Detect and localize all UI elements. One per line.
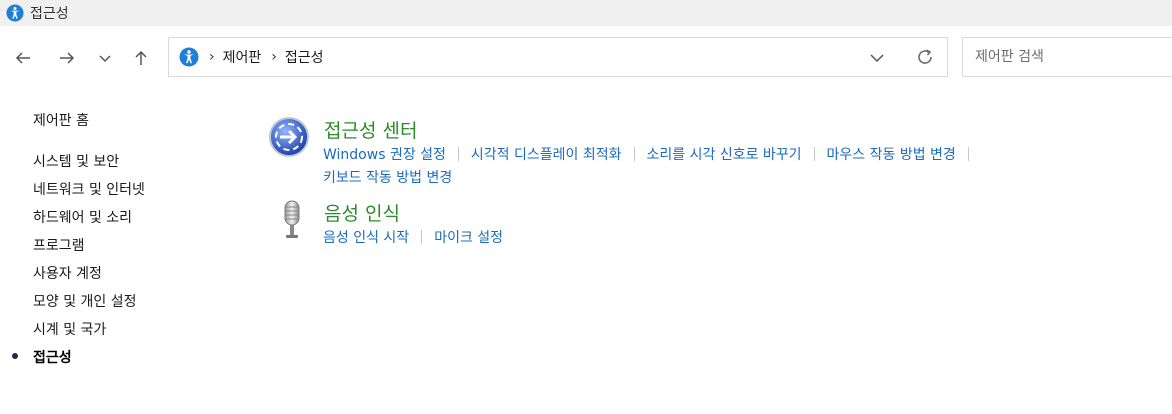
- sidebar-item-control-panel-home[interactable]: 제어판 홈: [33, 110, 89, 130]
- sidebar-item-accessibility: 접근성: [33, 350, 72, 366]
- back-button[interactable]: [9, 44, 37, 72]
- search-input[interactable]: [973, 48, 1167, 66]
- navigation-bar: › 제어판 › 접근성: [0, 26, 1172, 90]
- sidebar-item-appearance[interactable]: 모양 및 개인 설정: [33, 291, 137, 311]
- sidebar-item-network-internet[interactable]: 네트워크 및 인터넷: [33, 179, 145, 199]
- sidebar-item-system-security[interactable]: 시스템 및 보안: [33, 151, 119, 171]
- link-sound-visual-cues[interactable]: 소리를 시각 신호로 바꾸기: [647, 147, 802, 163]
- ease-of-access-center-icon[interactable]: [268, 116, 310, 158]
- arrow-left-icon: [15, 52, 30, 64]
- category-title-speech-recognition[interactable]: 음성 인식: [324, 199, 400, 226]
- microphone-icon[interactable]: [272, 199, 314, 241]
- breadcrumb-accessibility[interactable]: 접근성: [285, 47, 324, 67]
- link-mouse-settings[interactable]: 마우스 작동 방법 변경: [827, 147, 956, 163]
- current-item-bullet: [12, 353, 18, 359]
- arrow-right-icon: [60, 52, 75, 64]
- link-microphone-setup[interactable]: 마이크 설정: [434, 230, 503, 246]
- chevron-down-icon: [99, 55, 111, 63]
- arrow-up-icon: [135, 50, 147, 65]
- link-separator: [421, 230, 423, 244]
- window-title: 접근성: [30, 6, 69, 22]
- chevron-right-icon[interactable]: ›: [271, 49, 277, 65]
- chevron-right-icon[interactable]: ›: [209, 49, 215, 65]
- link-separator: [967, 147, 969, 161]
- link-keyboard-settings[interactable]: 키보드 작동 방법 변경: [323, 170, 452, 186]
- accessibility-icon: [179, 47, 199, 67]
- sidebar-item-user-accounts[interactable]: 사용자 계정: [33, 263, 102, 283]
- link-start-speech-recognition[interactable]: 음성 인식 시작: [323, 230, 409, 246]
- link-separator: [457, 147, 459, 161]
- address-bar[interactable]: › 제어판 › 접근성: [168, 37, 948, 77]
- category-links-row: Windows 권장 설정 시각적 디스플레이 최적화 소리를 시각 신호로 바꾸기…: [323, 144, 981, 164]
- search-box[interactable]: [962, 37, 1172, 77]
- link-windows-recommended[interactable]: Windows 권장 설정: [323, 147, 446, 163]
- sidebar-item-clock-region[interactable]: 시계 및 국가: [33, 319, 106, 339]
- accessibility-icon: [6, 4, 24, 22]
- forward-button[interactable]: [53, 44, 81, 72]
- chevron-down-icon[interactable]: [867, 48, 887, 68]
- link-separator: [813, 147, 815, 161]
- category-title-ease-of-access[interactable]: 접근성 센터: [324, 116, 417, 143]
- sidebar-item-programs[interactable]: 프로그램: [33, 235, 85, 255]
- up-button[interactable]: [127, 44, 155, 72]
- category-links-row: 키보드 작동 방법 변경: [323, 167, 452, 187]
- breadcrumb-control-panel[interactable]: 제어판: [223, 47, 262, 67]
- title-bar: 접근성: [0, 0, 1172, 26]
- category-links-row: 음성 인식 시작 마이크 설정: [323, 227, 503, 247]
- recent-locations-button[interactable]: [91, 44, 119, 72]
- link-optimize-display[interactable]: 시각적 디스플레이 최적화: [471, 147, 622, 163]
- refresh-icon[interactable]: [914, 46, 936, 68]
- link-separator: [633, 147, 635, 161]
- sidebar-item-hardware-sound[interactable]: 하드웨어 및 소리: [33, 207, 132, 227]
